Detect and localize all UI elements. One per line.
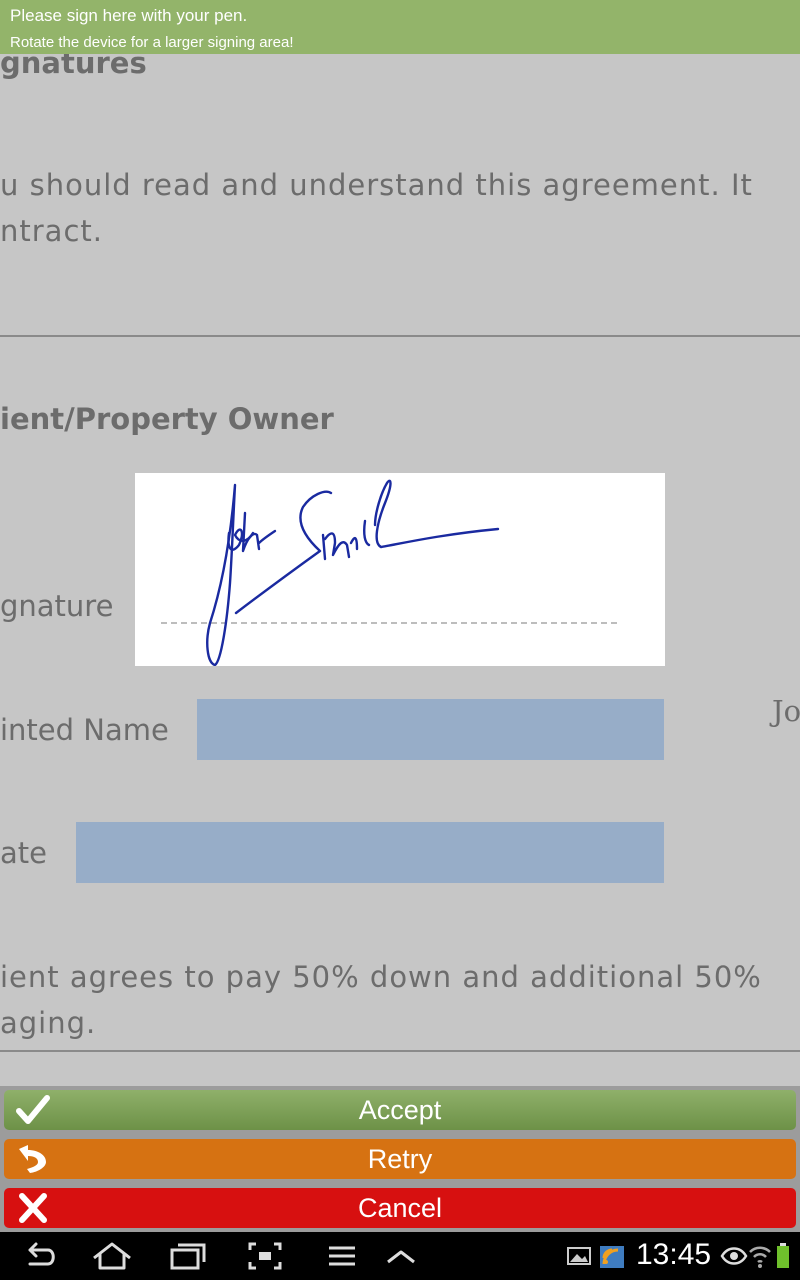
menu-icon[interactable]: [326, 1240, 358, 1272]
agreement-text-line-1: u should read and understand this agreem…: [0, 168, 753, 202]
sync-notification-icon: [600, 1246, 624, 1268]
home-icon[interactable]: [90, 1240, 134, 1272]
system-navigation-bar: 13:45: [0, 1232, 800, 1280]
recent-apps-icon[interactable]: [166, 1240, 210, 1272]
wifi-icon: [749, 1246, 771, 1268]
back-icon[interactable]: [20, 1240, 60, 1272]
printed-name-value: Jo: [772, 694, 800, 728]
date-field[interactable]: [76, 822, 664, 883]
signatures-heading: gnatures: [0, 54, 147, 80]
instruction-banner: Please sign here with your pen. Rotate t…: [0, 0, 800, 54]
accept-button[interactable]: Accept: [4, 1090, 796, 1130]
battery-icon: [777, 1243, 789, 1268]
retry-label: Retry: [367, 1143, 433, 1174]
signature-pad[interactable]: [135, 473, 665, 666]
gallery-notification-icon: [567, 1247, 591, 1265]
retry-button[interactable]: Retry: [4, 1139, 796, 1179]
section-divider: [0, 335, 800, 337]
agreement-text-line-2: ntract.: [0, 214, 103, 248]
action-bar: Accept Retry Cancel: [0, 1086, 800, 1232]
close-icon: [19, 1193, 47, 1223]
payment-text-line-1: ient agrees to pay 50% down and addition…: [0, 960, 762, 994]
signature-label: gnature: [0, 589, 114, 623]
chevron-up-icon[interactable]: [384, 1240, 418, 1272]
instruction-line-2: Rotate the device for a larger signing a…: [10, 34, 294, 51]
printed-name-label: inted Name: [0, 713, 169, 747]
retry-arrow-icon: [19, 1145, 46, 1173]
signature-ink: [206, 479, 500, 666]
cancel-button[interactable]: Cancel: [4, 1188, 796, 1228]
eye-icon: [720, 1247, 748, 1265]
printed-name-field[interactable]: [197, 699, 664, 760]
accept-label: Accept: [358, 1094, 442, 1125]
bottom-divider: [0, 1050, 800, 1052]
status-clock: 13:45: [636, 1238, 712, 1271]
instruction-line-1: Please sign here with your pen.: [10, 6, 248, 25]
owner-heading: ient/Property Owner: [0, 402, 334, 436]
checkmark-icon: [16, 1095, 50, 1124]
date-label: ate: [0, 836, 47, 870]
payment-text-line-2: aging.: [0, 1006, 97, 1040]
screenshot-icon[interactable]: [246, 1240, 284, 1272]
cancel-label: Cancel: [357, 1192, 443, 1223]
